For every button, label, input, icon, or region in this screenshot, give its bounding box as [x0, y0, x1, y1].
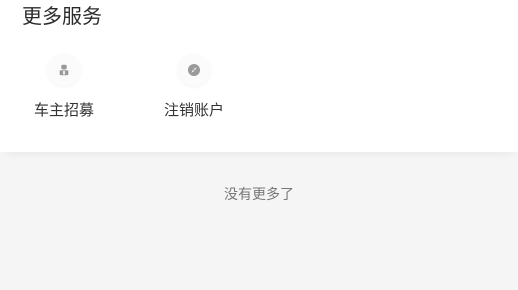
service-cancel-account[interactable]: 注销账户 — [149, 54, 239, 126]
driver-recruit-icon — [48, 54, 80, 86]
compass-icon — [178, 54, 210, 86]
service-driver-recruitment[interactable]: 车主招募 — [19, 54, 109, 126]
more-services-card: 更多服务 车主招募 注销账户 — [0, 0, 518, 152]
service-label-cancel-account: 注销账户 — [163, 101, 224, 119]
service-label-driver-recruitment: 车主招募 — [33, 101, 94, 119]
section-title: 更多服务 — [22, 4, 102, 28]
no-more-text: 没有更多了 — [224, 187, 294, 203]
page: 更多服务 车主招募 注销账户 没有更多了 — [0, 0, 518, 290]
